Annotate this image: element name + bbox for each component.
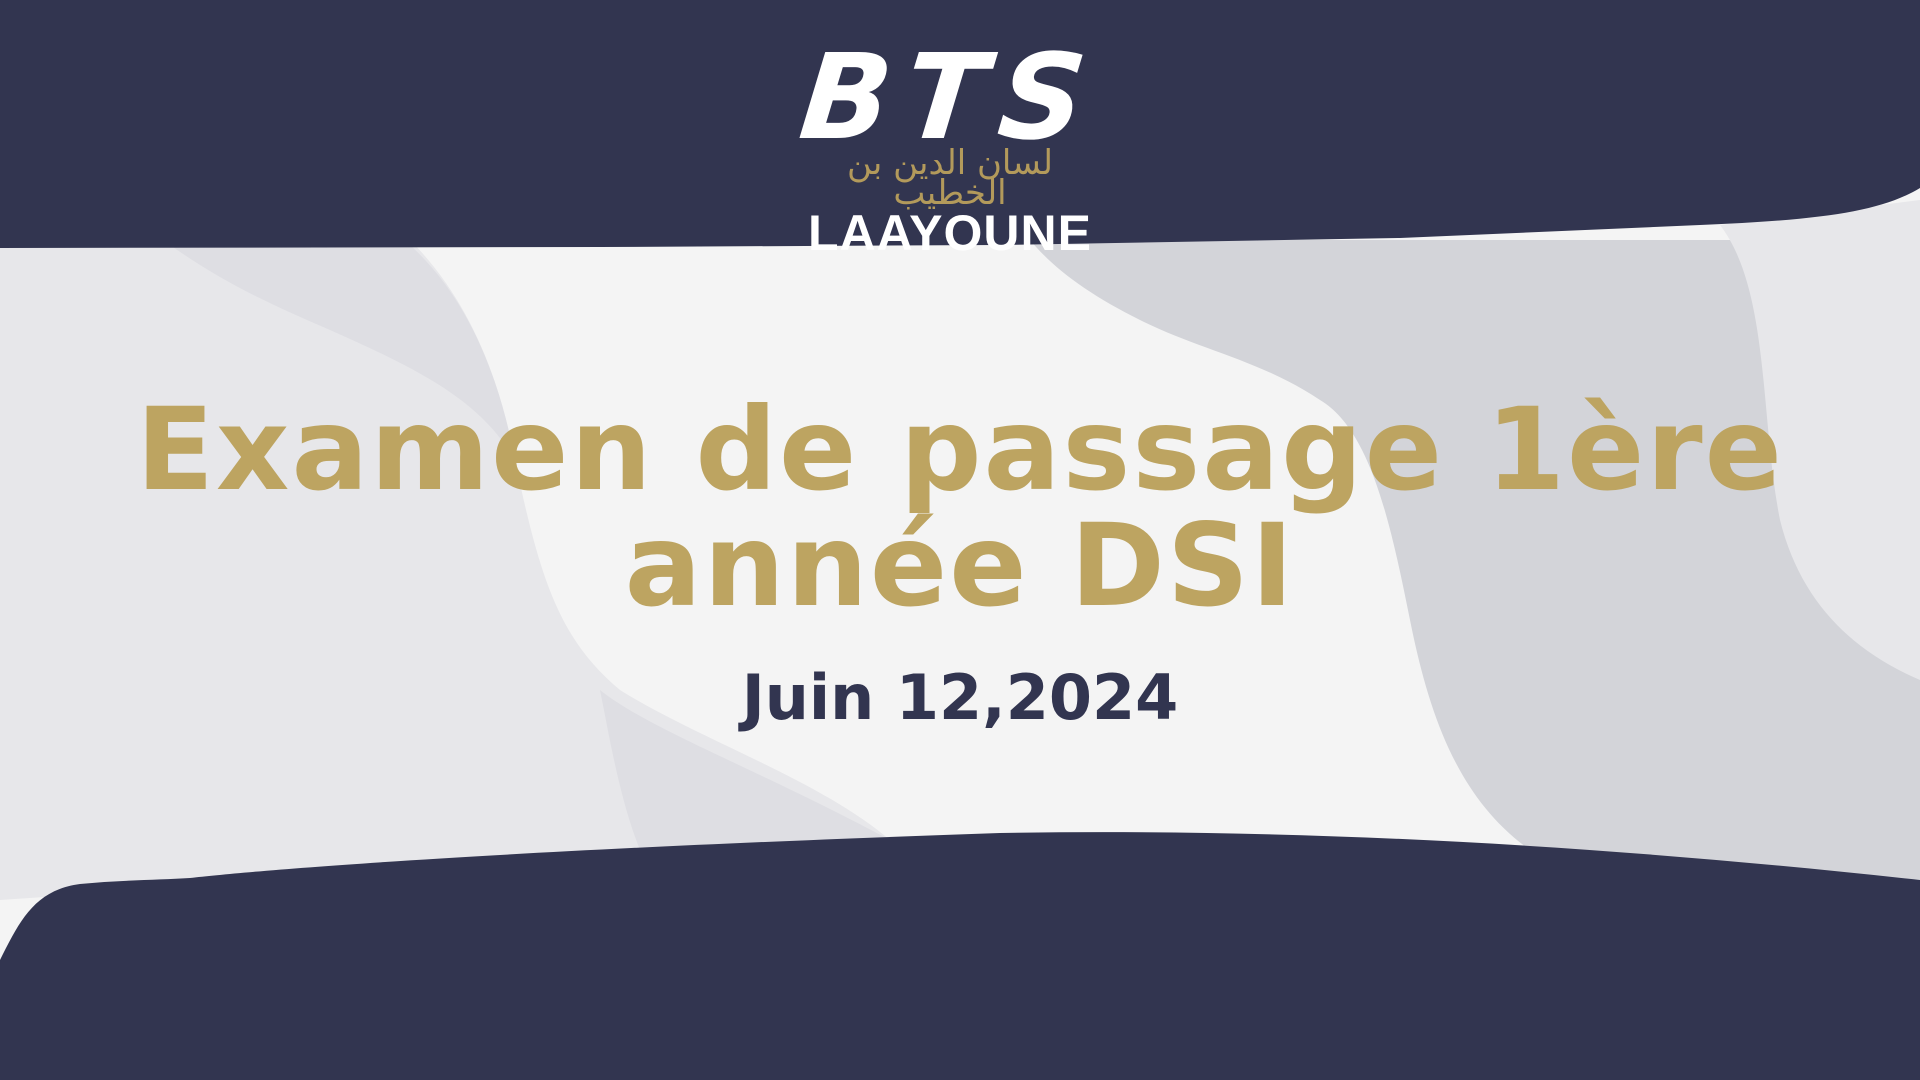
bts-laayoune-logo: BTS لسان الدين بن الخطيب LAAYOUNE — [794, 28, 1106, 258]
page-title: Examen de passage 1ère année DSI — [0, 392, 1920, 624]
bottom-navy-band — [0, 832, 1920, 1080]
logo-brand: BTS — [794, 28, 1106, 166]
logo-city: LAAYOUNE — [808, 205, 1092, 261]
exam-date: Juin 12,2024 — [741, 661, 1179, 734]
title-line-2: année DSI — [624, 499, 1296, 632]
title-line-1: Examen de passage 1ère — [136, 383, 1784, 516]
